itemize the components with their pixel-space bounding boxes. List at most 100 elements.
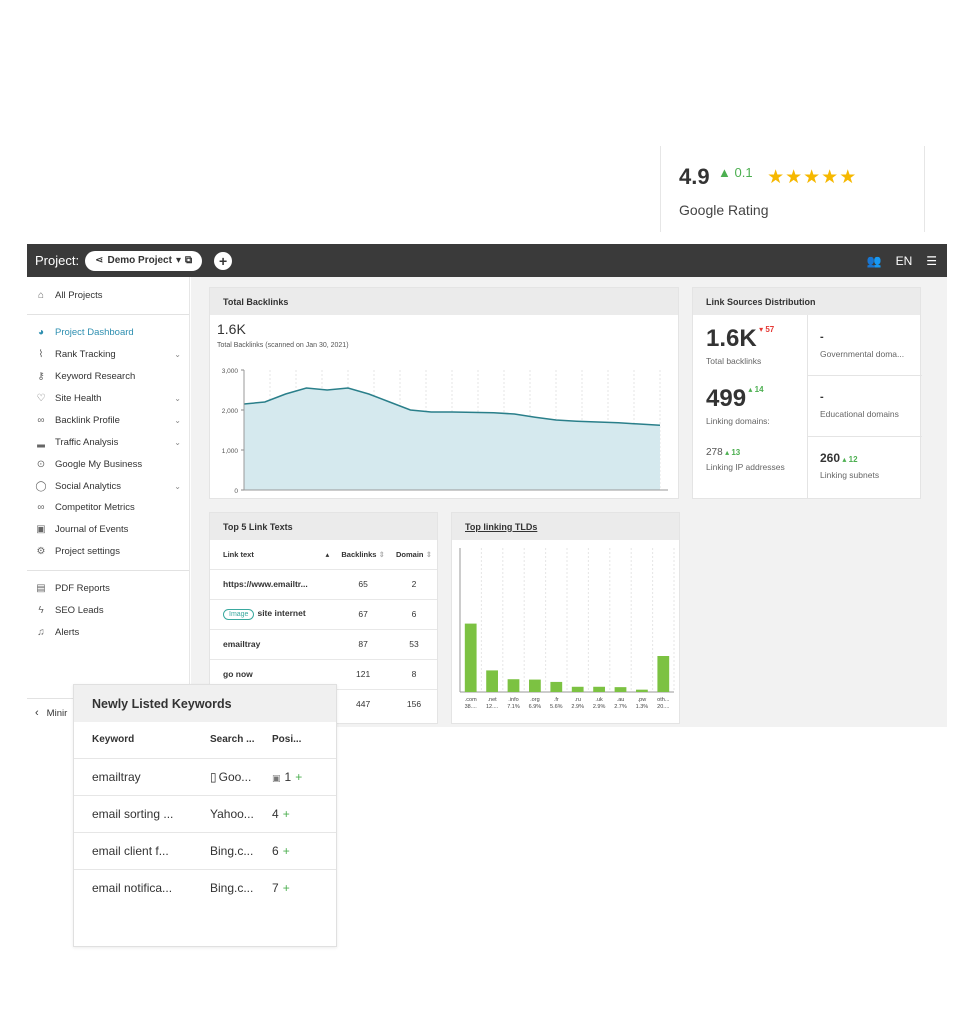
table-row[interactable]: Image site internet 67 6 (210, 598, 437, 629)
new-plus-icon: + (295, 769, 303, 784)
edu-domains-stat[interactable]: - Educational domains (820, 391, 899, 419)
sidebar-item-journal-of-events[interactable]: ▣ Journal of Events (27, 519, 189, 541)
x-tick-label: .uk (595, 697, 603, 703)
domain-cell: 156 (390, 688, 437, 719)
new-plus-icon: + (282, 880, 290, 895)
tld-bar[interactable] (657, 656, 670, 692)
tld-bar[interactable] (550, 681, 563, 692)
tld-bar[interactable] (486, 670, 498, 692)
language-selector[interactable]: EN (896, 254, 913, 268)
table-row[interactable]: email sorting ... Yahoo... 4 + (74, 794, 336, 832)
backlinks-cell: 65 (335, 568, 391, 599)
subnets-stat[interactable]: 260 ▴ 12 Linking subnets (820, 451, 879, 480)
x-tick-label: .info (508, 697, 518, 703)
tld-bar[interactable] (529, 679, 541, 692)
new-plus-icon: + (282, 843, 290, 858)
sidebar-item-alerts[interactable]: ♫ Alerts (27, 621, 189, 643)
sidebar-item-keyword-research[interactable]: ⚷ Keyword Research (27, 366, 189, 388)
tld-bar-chart[interactable]: .com38.... .net12.... .info7.1% .org6.9% .fr… (452, 540, 681, 724)
stat-label: Linking domains: (706, 416, 770, 426)
tld-bar[interactable] (464, 623, 477, 692)
column-header-label: Domain (396, 549, 424, 559)
sidebar-item-label: Journal of Events (55, 524, 129, 536)
linking-domains-stat[interactable]: 499 ▴ 14 Linking domains: (706, 385, 770, 426)
backlinks-area-chart[interactable]: 0 1,000 2,000 3,000 (210, 350, 680, 500)
table-row[interactable]: emailtray ▯ Goo... ▣ 1 + (74, 757, 336, 795)
link-sources-card: Link Sources Distribution 1.6K ▾ 57 Tota… (692, 287, 922, 499)
x-tick-label: oth... (657, 697, 670, 703)
table-row[interactable]: email notifica... Bing.c... 7 + (74, 868, 336, 906)
sidebar-divider (27, 313, 189, 315)
total-backlinks-stat[interactable]: 1.6K ▾ 57 Total backlinks (706, 325, 774, 366)
key-icon: ⚷ (37, 371, 45, 383)
sidebar-item-backlink-profile[interactable]: ∞ Backlink Profile ⌄ (27, 409, 189, 431)
chevron-down-icon: ⌄ (174, 437, 181, 447)
card-title: Total Backlinks (210, 288, 678, 315)
card-title[interactable]: Top linking TLDs (452, 513, 679, 540)
chevron-left-icon: ‹ (35, 707, 39, 719)
calendar-icon: ▣ (36, 524, 46, 536)
sidebar-item-label: Social Analytics (55, 480, 122, 492)
gear-icon: ⚙ (36, 546, 46, 558)
rating-delta-value: 0.1 (734, 165, 753, 180)
stat-value: 499 (706, 385, 747, 412)
sidebar: ⌂ All Projects ◕ Project Dashboard ⌇ Rank T… (27, 277, 190, 727)
link-text: https://www.emailtr... (223, 579, 308, 589)
project-selector[interactable]: ⋖ Demo Project ▾ ⧉ (85, 250, 203, 271)
ip-addresses-stat[interactable]: 278 ▴ 13 Linking IP addresses (706, 447, 785, 472)
column-header-link-text[interactable]: Link text ▴ (210, 540, 335, 569)
column-header-backlinks[interactable]: Backlinks ⇕ (335, 540, 391, 569)
chevron-down-icon: ⌄ (174, 350, 181, 360)
star-rating-icon: ★★★★★ (767, 166, 858, 188)
image-icon: ▣ (272, 772, 281, 783)
sidebar-item-traffic-analysis[interactable]: ▂ Traffic Analysis ⌄ (27, 431, 189, 453)
new-plus-icon: + (282, 806, 290, 821)
gov-domains-stat[interactable]: - Governmental doma... (820, 331, 904, 359)
column-header-keyword[interactable]: Keyword (74, 722, 192, 758)
sidebar-item-seo-leads[interactable]: ϟ SEO Leads (27, 600, 189, 622)
tld-bar[interactable] (507, 679, 520, 692)
link-sources-grid: 1.6K ▾ 57 Total backlinks 499 ▴ 14 Linki… (693, 315, 922, 499)
link-icon: ∞ (37, 414, 45, 426)
stat-delta-up: ▴ 14 (748, 385, 764, 394)
data-label: 12.... (486, 704, 499, 710)
y-tick-label: 2,000 (222, 408, 239, 415)
binoculars-icon: ∞ (37, 502, 45, 514)
table-row[interactable]: https://www.emailtr... 65 2 (210, 568, 437, 599)
column-header-search-engine[interactable]: Search ... (192, 722, 272, 758)
sidebar-item-project-settings[interactable]: ⚙ Project settings (27, 541, 189, 563)
sidebar-item-competitor-metrics[interactable]: ∞ Competitor Metrics (27, 497, 189, 519)
sidebar-item-social-analytics[interactable]: ◯ Social Analytics ⌄ (27, 475, 189, 497)
sidebar-item-label: Project Dashboard (55, 327, 134, 339)
table-row[interactable]: emailtray 87 53 (210, 628, 437, 659)
stat-delta-up: ▴ 13 (725, 448, 741, 457)
sort-icon: ⇕ (425, 549, 432, 559)
sidebar-item-pdf-reports[interactable]: ▤ PDF Reports (27, 578, 189, 600)
y-tick-label: 3,000 (222, 368, 239, 375)
tld-bar[interactable] (614, 687, 627, 692)
domain-cell: 2 (390, 568, 437, 599)
search-engine-label: Yahoo... (210, 806, 254, 821)
column-header-position[interactable]: Posi... (272, 722, 336, 758)
sidebar-item-all-projects[interactable]: ⌂ All Projects (27, 285, 189, 307)
tld-bar[interactable] (571, 686, 584, 692)
panel-title: Newly Listed Keywords (74, 685, 336, 722)
external-link-icon[interactable]: ⧉ (185, 255, 192, 266)
tld-bar[interactable] (593, 686, 605, 692)
menu-icon[interactable]: ☰ (926, 254, 937, 268)
sidebar-item-site-health[interactable]: ♡ Site Health ⌄ (27, 388, 189, 410)
stat-delta-up: ▴ 12 (842, 455, 858, 464)
tld-bar[interactable] (636, 689, 648, 692)
sidebar-item-project-dashboard[interactable]: ◕ Project Dashboard (27, 322, 189, 344)
domain-cell: 8 (390, 658, 437, 689)
total-backlinks-subtitle: Total Backlinks (scanned on Jan 30, 2021… (217, 342, 349, 349)
column-header-domain[interactable]: Domain ⇕ (391, 540, 437, 569)
add-project-button[interactable]: + (214, 251, 233, 270)
sidebar-item-rank-tracking[interactable]: ⌇ Rank Tracking ⌄ (27, 344, 189, 366)
stat-value: 1.6K (706, 325, 757, 352)
users-icon[interactable]: 👥 (867, 254, 882, 268)
sidebar-item-google-my-business[interactable]: ⊙ Google My Business (27, 453, 189, 475)
stat-delta-value: 14 (754, 385, 764, 394)
keyword-cell: email sorting ... (74, 794, 192, 832)
table-row[interactable]: email client f... Bing.c... 6 + (74, 831, 336, 869)
